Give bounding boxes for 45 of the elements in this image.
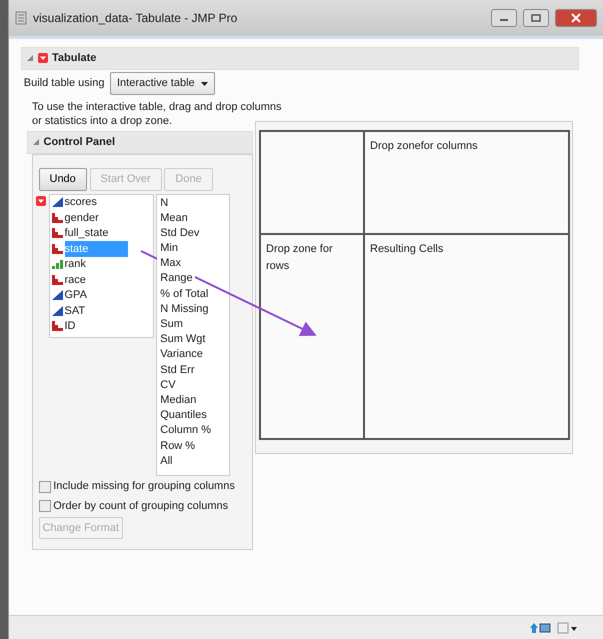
checkbox[interactable]: [38, 500, 50, 512]
variable-item[interactable]: scores: [50, 194, 152, 210]
report-title: Tabulate: [52, 51, 96, 66]
disclosure-icon[interactable]: [26, 54, 34, 62]
table-mode-dropdown[interactable]: Interactive table: [110, 72, 215, 95]
variable-item[interactable]: SAT: [50, 303, 152, 318]
variable-item[interactable]: ID: [50, 318, 152, 334]
instructions-text: To use the interactive table, drag and drop columns or statistics into a drop zone.: [32, 100, 282, 128]
disclosure-icon[interactable]: [32, 138, 40, 146]
close-icon: [571, 13, 581, 23]
build-label: Build table using: [24, 76, 104, 92]
caret-icon: [200, 82, 208, 86]
app-icon: [15, 11, 27, 25]
bar-chart-icon: [52, 321, 62, 332]
checkbox[interactable]: [38, 480, 50, 492]
panel-title: Control Panel: [44, 135, 116, 150]
triangle-icon: [52, 290, 62, 300]
variable-item[interactable]: full_state: [50, 226, 152, 241]
bar-chart-icon: [52, 259, 62, 270]
variable-item[interactable]: gender: [50, 210, 152, 226]
checkbox-label: Order by count of grouping columns: [53, 498, 228, 514]
menu-icon[interactable]: [36, 196, 46, 206]
close-button[interactable]: [555, 9, 597, 27]
maximize-button[interactable]: [523, 9, 549, 27]
maximize-icon: [531, 14, 541, 22]
minimize-button[interactable]: [491, 9, 517, 27]
variable-item[interactable]: GPA: [50, 288, 152, 303]
triangle-icon: [52, 306, 62, 316]
window-title: visualization_data- Tabulate - JMP Pro: [33, 10, 238, 27]
layout-icon[interactable]: [557, 622, 577, 634]
navigation-icon[interactable]: [529, 622, 551, 634]
drop-zone-label: Resulting Cells: [370, 243, 444, 256]
drop-zone-label: Drop zone for rows: [266, 243, 333, 272]
toolbar-button[interactable]: Undo: [38, 168, 87, 191]
variable-item[interactable]: race: [50, 272, 152, 288]
triangle-icon: [52, 197, 62, 208]
bar-chart-icon: [52, 274, 62, 285]
menu-icon[interactable]: [38, 53, 48, 64]
bar-chart-icon: [52, 228, 62, 238]
bar-chart-icon: [52, 244, 62, 254]
drop-zone-label: Drop zonefor columns: [370, 140, 478, 152]
bar-chart-icon: [52, 212, 62, 223]
variable-item[interactable]: rank: [50, 256, 152, 272]
statistic-item[interactable]: Max: [157, 255, 184, 270]
checkbox-label: Include missing for grouping columns: [53, 479, 235, 494]
